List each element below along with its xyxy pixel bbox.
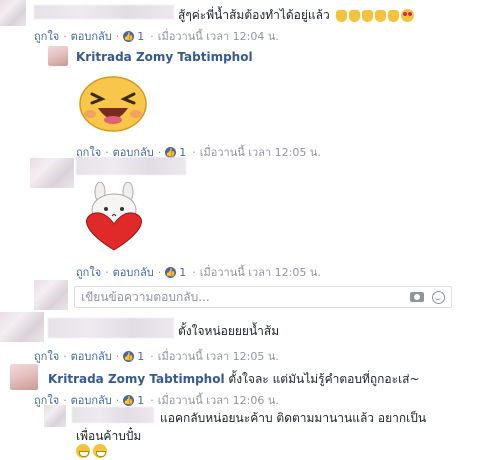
timestamp[interactable]: เมื่อวานนี้ เวลา 12:05 น. xyxy=(158,347,279,365)
timestamp[interactable]: เมื่อวานนี้ เวลา 12:04 น. xyxy=(158,27,279,45)
heart-eyes-icon xyxy=(400,9,414,22)
reply-placeholder: เขียนข้อความตอบกลับ... xyxy=(81,289,210,304)
comment-meta: ถูกใจ · ตอบกลับ · 👍 1 · เมื่อวานนี้ เวลา 12:… xyxy=(34,27,279,45)
like-link[interactable]: ถูกใจ xyxy=(34,27,59,45)
commenter-name-blurred[interactable] xyxy=(48,318,174,338)
like-icon: 👍 xyxy=(165,146,177,158)
comment-meta: ถูกใจ · ตอบกลับ · 👍 1 · เมื่อวานนี้ เวลา 12:… xyxy=(34,391,279,409)
commenter-name[interactable]: Kritrada Zomy Tabtimphol xyxy=(48,372,225,386)
grin-emoji-icon xyxy=(76,444,90,458)
like-count[interactable]: 1 xyxy=(137,350,144,363)
like-icon: 👍 xyxy=(123,30,135,42)
commenter-avatar[interactable] xyxy=(30,158,74,188)
like-icon: 👍 xyxy=(123,394,135,406)
commenter-name[interactable]: Kritrada Zomy Tabtimphol xyxy=(76,50,253,64)
timestamp[interactable]: เมื่อวานนี้ เวลา 12:06 น. xyxy=(158,391,279,409)
comment-meta: ถูกใจ · ตอบกลับ · 👍 1 · เมื่อวานนี้ เวลา 12:… xyxy=(34,347,279,365)
comment-meta: ถูกใจ · ตอบกลับ · 👍 1 · เมื่อวานนี้ เวลา 12:… xyxy=(76,263,321,281)
reply-link[interactable]: ตอบกลับ xyxy=(71,27,112,45)
grin-emoji-icon xyxy=(93,444,107,458)
comment-text: สู้ๆค่ะพี่น้ำส้มต้องทำได้อยู่แล้ว xyxy=(178,6,414,25)
reply-link[interactable]: ตอบกลับ xyxy=(71,347,112,365)
like-count[interactable]: 1 xyxy=(137,394,144,407)
reply-input[interactable]: เขียนข้อความตอบกลับ... xyxy=(74,286,452,308)
emoji-icon[interactable] xyxy=(432,290,445,304)
commenter-name-blurred[interactable] xyxy=(72,407,154,423)
commenter-avatar[interactable] xyxy=(0,312,44,342)
commenter-name-blurred[interactable] xyxy=(76,157,186,175)
avatar[interactable] xyxy=(48,46,68,66)
victory-hand-icon xyxy=(348,9,360,22)
timestamp[interactable]: เมื่อวานนี้ เวลา 12:05 น. xyxy=(200,263,321,281)
victory-hand-icon xyxy=(335,9,347,22)
camera-icon[interactable] xyxy=(410,292,424,302)
like-icon: 👍 xyxy=(123,350,135,362)
timestamp[interactable]: เมื่อวานนี้ เวลา 12:05 น. xyxy=(200,143,321,161)
laughing-sticker xyxy=(78,74,148,134)
commenter-avatar[interactable] xyxy=(44,405,66,427)
comment-text: ตั้งใจหน่อยยยน้ำส้ม xyxy=(178,324,280,338)
like-link[interactable]: ถูกใจ xyxy=(34,347,59,365)
comment-body: Kritrada Zomy Tabtimphol ตั้งใจละ แต่มัน… xyxy=(48,370,420,389)
commenter-avatar[interactable] xyxy=(0,0,26,26)
victory-hand-icon xyxy=(374,9,386,22)
reply-link[interactable]: ตอบกลับ xyxy=(113,263,154,281)
victory-hand-icon xyxy=(387,9,399,22)
emoji-row xyxy=(76,444,110,458)
commenter-name-blurred[interactable] xyxy=(34,5,174,19)
like-count[interactable]: 1 xyxy=(137,30,144,43)
bunny-heart-sticker xyxy=(78,181,150,252)
like-icon: 👍 xyxy=(165,266,177,278)
like-count[interactable]: 1 xyxy=(179,266,186,279)
like-link[interactable]: ถูกใจ xyxy=(76,263,101,281)
avatar[interactable] xyxy=(10,364,38,390)
victory-hand-icon xyxy=(361,9,373,22)
comment-text: แอคกลับหน่อยนะค้าบ ติดตามมานานแล้ว อยากเ… xyxy=(160,411,427,425)
comment-text: ตั้งใจละ แต่มันไม่รู้คำตอบที่ถูกอะเส่~ xyxy=(228,372,420,386)
current-user-avatar xyxy=(34,280,68,310)
